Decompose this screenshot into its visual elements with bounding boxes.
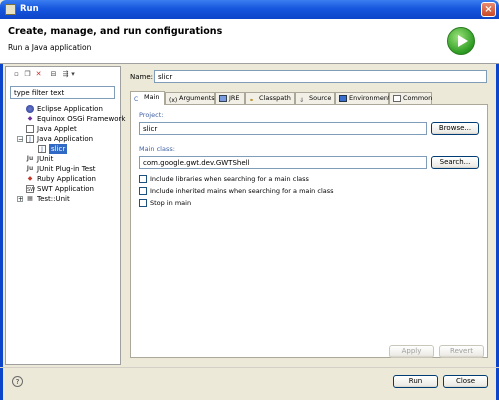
delete-icon[interactable]: ✕ bbox=[34, 69, 43, 79]
config-editor: Name: slicr C Main (x) Arguments JRE ⚭ C… bbox=[124, 66, 494, 365]
testunit-icon: ▦ bbox=[27, 195, 33, 202]
browse-button[interactable]: Browse... bbox=[431, 122, 479, 135]
duplicate-icon[interactable]: ❐ bbox=[23, 69, 32, 79]
checkbox-box[interactable] bbox=[139, 187, 147, 195]
java-app-icon: J bbox=[26, 135, 34, 143]
run-button[interactable]: Run bbox=[393, 375, 438, 388]
ruby-icon: ◆ bbox=[27, 175, 33, 182]
swt-icon: SW bbox=[26, 185, 36, 193]
run-banner-icon bbox=[447, 27, 475, 55]
dialog-header: Create, manage, and run configurations R… bbox=[0, 19, 499, 64]
footer-separator bbox=[0, 367, 499, 368]
project-input[interactable]: slicr bbox=[139, 122, 427, 135]
main-tab-icon: C bbox=[134, 96, 139, 103]
name-input[interactable]: slicr bbox=[154, 70, 487, 83]
common-tab-icon bbox=[393, 95, 401, 102]
osgi-icon: ◆ bbox=[27, 115, 33, 122]
tab-source[interactable]: ⇓ Source bbox=[295, 92, 335, 104]
main-class-input[interactable]: com.google.gwt.dev.GWTShell bbox=[139, 156, 427, 169]
source-tab-icon: ⇓ bbox=[299, 97, 305, 104]
name-label: Name: bbox=[130, 73, 154, 81]
main-class-group-label: Main class: bbox=[139, 145, 175, 153]
checkbox-box[interactable] bbox=[139, 199, 147, 207]
tab-arguments[interactable]: (x) Arguments bbox=[165, 92, 215, 104]
junit-plugin-icon: Ju bbox=[26, 165, 34, 172]
window-title: Run bbox=[20, 4, 39, 14]
help-icon[interactable]: ? bbox=[12, 376, 23, 387]
title-bar[interactable]: Run × bbox=[0, 0, 499, 19]
apply-button[interactable]: Apply bbox=[389, 345, 434, 358]
header-subtitle: Run a Java application bbox=[8, 43, 92, 52]
dropdown-icon[interactable]: ▾ bbox=[70, 69, 76, 79]
environment-tab-icon bbox=[339, 95, 347, 102]
classpath-tab-icon: ⚭ bbox=[249, 97, 255, 104]
collapse-expander[interactable]: − bbox=[17, 136, 23, 143]
window-icon bbox=[5, 4, 16, 15]
tab-jre[interactable]: JRE bbox=[215, 92, 245, 104]
arguments-tab-icon: (x) bbox=[169, 97, 178, 104]
jre-tab-icon bbox=[219, 95, 227, 102]
filter-input[interactable]: type filter text bbox=[10, 86, 115, 99]
revert-button[interactable]: Revert bbox=[439, 345, 484, 358]
applet-icon bbox=[26, 125, 34, 133]
java-app-icon: J bbox=[38, 145, 46, 153]
search-button[interactable]: Search... bbox=[431, 156, 479, 169]
close-window-button[interactable]: × bbox=[481, 2, 496, 17]
junit-icon: Ju bbox=[26, 155, 34, 162]
close-button[interactable]: Close bbox=[443, 375, 488, 388]
tab-classpath[interactable]: ⚭ Classpath bbox=[245, 92, 295, 104]
expand-expander[interactable]: + bbox=[17, 196, 23, 203]
tab-main[interactable]: C Main bbox=[130, 91, 165, 105]
tab-common[interactable]: Common bbox=[389, 92, 432, 104]
collapse-icon[interactable]: ⊟ bbox=[49, 69, 58, 79]
run-dialog: Run × Create, manage, and run configurat… bbox=[0, 0, 499, 400]
project-group-label: Project: bbox=[139, 111, 164, 119]
header-title: Create, manage, and run configurations bbox=[8, 26, 223, 37]
checkbox-box[interactable] bbox=[139, 175, 147, 183]
eclipse-icon bbox=[26, 105, 34, 113]
filter-icon[interactable]: ⇶ bbox=[61, 69, 70, 79]
new-config-icon[interactable]: ▫ bbox=[12, 69, 21, 79]
main-tab-pane: Project: slicr Browse... Main class: com… bbox=[130, 104, 488, 358]
tab-environment[interactable]: Environment bbox=[335, 92, 391, 104]
window-frame-left bbox=[0, 19, 3, 400]
configurations-panel: ▫ ❐ ✕ ⊟ ⇶ ▾ type filter text Eclipse App… bbox=[5, 66, 125, 365]
